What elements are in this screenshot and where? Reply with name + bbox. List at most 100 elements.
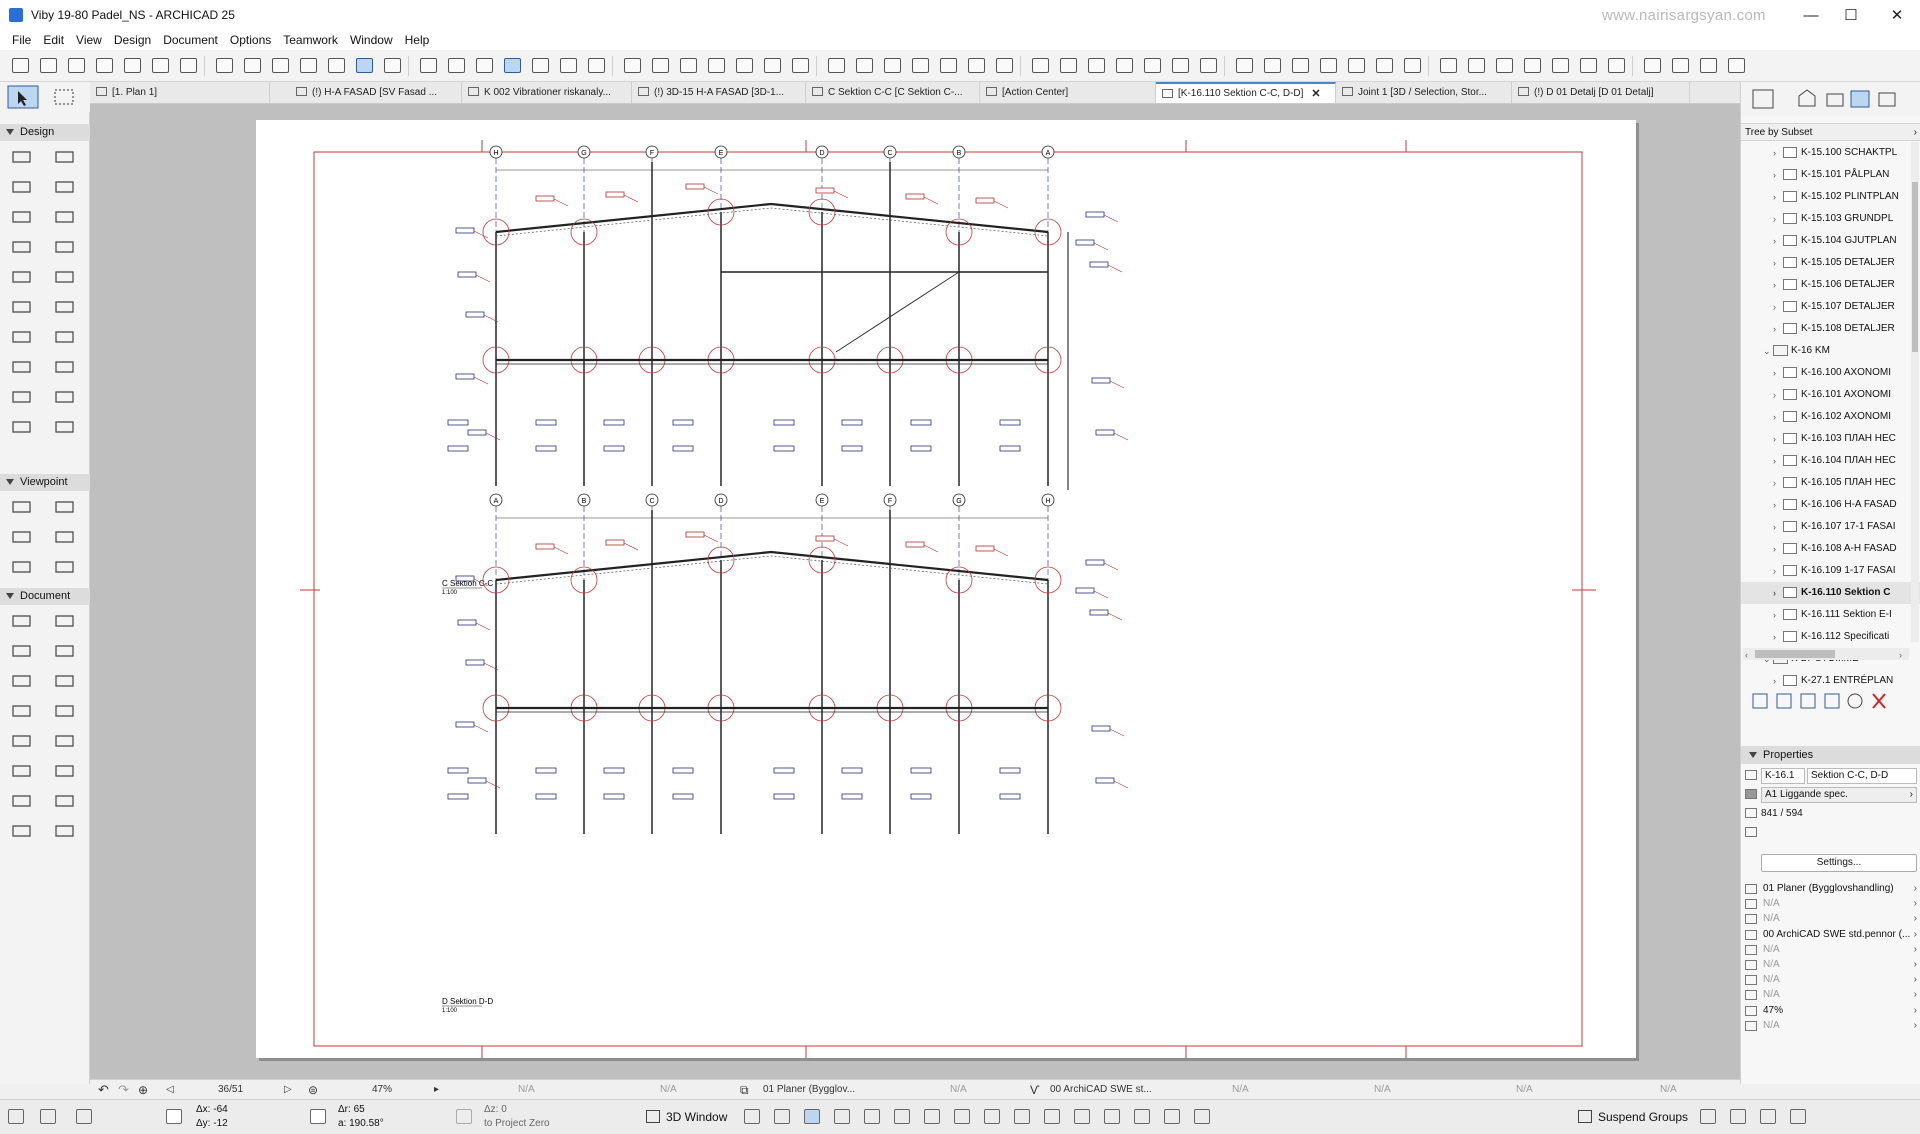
multiply-icon[interactable]: [1468, 58, 1485, 73]
railing-tool-icon[interactable]: [53, 238, 77, 256]
status-field-5[interactable]: N/A: [1374, 1080, 1391, 1100]
worksheet-tool-icon[interactable]: [53, 528, 77, 546]
tree-layout-item[interactable]: › K-16.108 A-H FASAD: [1741, 538, 1920, 560]
chevron-right-icon[interactable]: ›: [1773, 406, 1776, 428]
mesh-tool-icon[interactable]: [53, 388, 77, 406]
menu-view[interactable]: View: [70, 33, 108, 47]
label-tool-icon[interactable]: [53, 672, 77, 690]
offset-icon[interactable]: [624, 58, 641, 73]
snap-grid-icon[interactable]: [76, 1109, 92, 1124]
chevron-right-icon[interactable]: ›: [1773, 208, 1776, 230]
group-icon[interactable]: [420, 58, 437, 73]
drag-icon[interactable]: [328, 58, 345, 73]
chevron-right-icon[interactable]: ›: [1773, 186, 1776, 208]
next-page-icon[interactable]: ▷: [284, 1080, 292, 1100]
wall-end-tool-icon[interactable]: [10, 418, 34, 436]
maximize-button[interactable]: ☐: [1828, 0, 1874, 30]
section-icon[interactable]: [356, 58, 373, 73]
door-tool-icon[interactable]: [53, 268, 77, 286]
dimension-tool-icon[interactable]: [10, 612, 34, 630]
sun-icon[interactable]: [924, 1109, 940, 1124]
redo-zoom-icon[interactable]: ↷: [118, 1080, 129, 1100]
grid-tool-icon[interactable]: [1292, 58, 1309, 73]
camera-tool-icon[interactable]: [53, 558, 77, 576]
chevron-right-icon[interactable]: ›: [1773, 318, 1776, 340]
new-layout-icon[interactable]: [1752, 693, 1768, 709]
tab-c-sektion[interactable]: C Sektion C-C [C Sektion C-...: [806, 82, 980, 103]
chevron-right-icon[interactable]: ›: [1773, 230, 1776, 252]
chevron-right-icon[interactable]: ›: [1914, 1017, 1917, 1035]
snap-icon[interactable]: [680, 58, 697, 73]
marquee-icon[interactable]: [1644, 58, 1661, 73]
level-dimension-tool-icon[interactable]: [10, 642, 34, 660]
fill-mode-icon[interactable]: [744, 1109, 760, 1124]
align-icon[interactable]: [708, 58, 725, 73]
dimension-icon[interactable]: [1144, 58, 1161, 73]
menu-help[interactable]: Help: [399, 33, 436, 47]
tree-layout-item[interactable]: › K-16.109 1-17 FASAI: [1741, 560, 1920, 582]
magic-wand-icon[interactable]: [124, 58, 141, 73]
angle-dimension-tool-icon[interactable]: [53, 642, 77, 660]
stair-icon[interactable]: [884, 58, 901, 73]
pan-icon[interactable]: [864, 1109, 880, 1124]
figure-tool-icon[interactable]: [53, 702, 77, 720]
chevron-right-icon[interactable]: ›: [1773, 582, 1776, 604]
status-field-3[interactable]: N/A: [950, 1080, 967, 1100]
menu-edit[interactable]: Edit: [37, 33, 70, 47]
corner-window-tool-icon[interactable]: [53, 418, 77, 436]
zoom-fit-icon[interactable]: [804, 1109, 820, 1124]
delete-icon[interactable]: [1872, 693, 1886, 709]
master-layout-select[interactable]: A1 Liggande spec. ›: [1761, 787, 1917, 803]
layout-book-icon[interactable]: [1850, 90, 1870, 108]
close-tab-icon[interactable]: ✕: [1311, 87, 1320, 100]
property-row[interactable]: N/A ›: [1741, 1017, 1920, 1035]
tree-layout-item[interactable]: › K-16.112 Specificati: [1741, 626, 1920, 648]
fill-tool-icon[interactable]: [10, 732, 34, 750]
shell-tool-icon[interactable]: [53, 208, 77, 226]
close-button[interactable]: ✕: [1874, 0, 1920, 30]
tab-h-a-fasad[interactable]: (!) H-A FASAD [SV Fasad ...: [290, 82, 462, 103]
polyline-tool-icon[interactable]: [53, 762, 77, 780]
tab-joint-1[interactable]: Joint 1 [3D / Selection, Stor...: [1336, 82, 1512, 103]
arrow-tool-icon[interactable]: [0, 82, 90, 112]
hidden-line-icon[interactable]: [774, 1109, 790, 1124]
chevron-right-icon[interactable]: ›: [1773, 384, 1776, 406]
chevron-right-icon[interactable]: ›: [1773, 450, 1776, 472]
tab-k002[interactable]: K 002 Vibrationer riskanaly...: [462, 82, 632, 103]
zone-tool-icon[interactable]: [10, 388, 34, 406]
morph-icon[interactable]: [1088, 58, 1105, 73]
structural-icon[interactable]: [1164, 1109, 1180, 1124]
prev-page-icon[interactable]: ◁: [166, 1080, 174, 1100]
undo-icon[interactable]: [12, 58, 29, 73]
wall-tool-icon[interactable]: [10, 148, 34, 166]
offset-all-icon[interactable]: [1608, 58, 1625, 73]
status-field-2[interactable]: N/A: [660, 1080, 677, 1100]
navigator-mode-icon[interactable]: [1752, 89, 1774, 109]
renovation-icon[interactable]: [1104, 1109, 1120, 1124]
zone-icon[interactable]: [1116, 58, 1133, 73]
tree-layout-item[interactable]: › K-15.103 GRUNDPL: [1741, 208, 1920, 230]
update-icon[interactable]: [1847, 693, 1863, 709]
snap-guides-icon[interactable]: [1348, 58, 1365, 73]
tree-layout-item[interactable]: › K-16.100 AXONOMI: [1741, 362, 1920, 384]
chevron-down-icon[interactable]: ⌄: [1763, 340, 1771, 362]
tab-k16-110[interactable]: [K-16.110 Sektion C-C, D-D] ✕: [1156, 82, 1336, 103]
lock-icon[interactable]: [476, 58, 493, 73]
elevation-tool-icon[interactable]: [53, 498, 77, 516]
zoom-preset-icon[interactable]: ⊜: [308, 1080, 318, 1100]
explore-icon[interactable]: [894, 1109, 910, 1124]
layer-combination[interactable]: 01 Planer (Bygglov...: [763, 1080, 855, 1100]
circle-tool-icon[interactable]: [10, 762, 34, 780]
chevron-right-icon[interactable]: ›: [1773, 362, 1776, 384]
roof-tool-icon[interactable]: [10, 208, 34, 226]
worksheet-icon[interactable]: [828, 58, 845, 73]
redo-icon[interactable]: [40, 58, 57, 73]
camera-settings-icon[interactable]: [1730, 1109, 1746, 1124]
new-master-icon[interactable]: [1800, 693, 1816, 709]
chevron-right-icon[interactable]: ›: [1773, 274, 1776, 296]
status-field-7[interactable]: N/A: [1660, 1080, 1677, 1100]
tree-layout-item[interactable]: › K-15.105 DETALJER: [1741, 252, 1920, 274]
chevron-right-icon[interactable]: ›: [1773, 472, 1776, 494]
opening-tool-icon[interactable]: [10, 358, 34, 376]
tree-layout-item[interactable]: › K-16.104 ПЛАН НЕС: [1741, 450, 1920, 472]
